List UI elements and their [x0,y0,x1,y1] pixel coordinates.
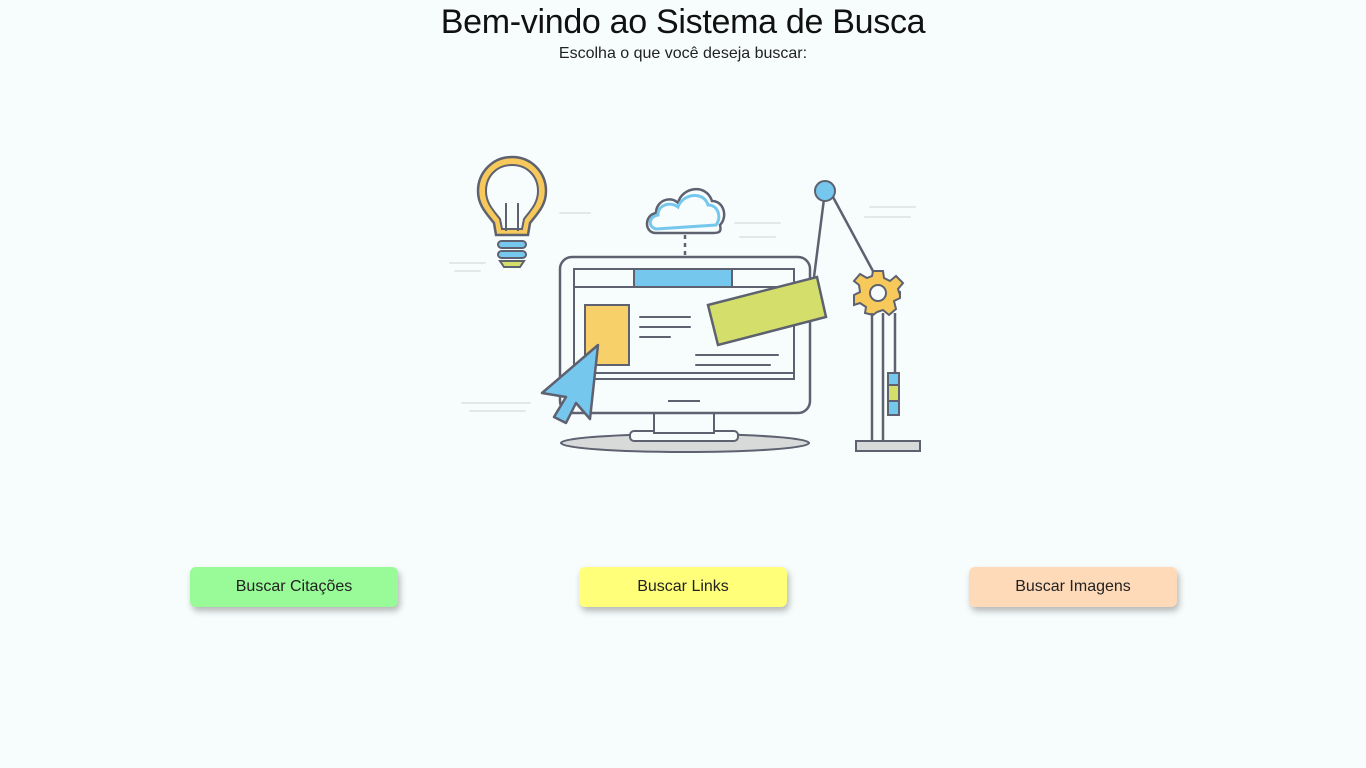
lightbulb-icon [476,155,548,268]
search-illustration [449,155,921,453]
search-quotes-button[interactable]: Buscar Citações [190,567,398,607]
search-images-button[interactable]: Buscar Imagens [969,567,1177,607]
gear-icon [812,180,921,452]
monitor-icon [558,255,828,453]
page-title: Bem-vindo ao Sistema de Busca [440,3,926,41]
page-subtitle: Escolha o que você deseja buscar: [558,45,808,62]
page: Bem-vindo ao Sistema de Busca Escolha o … [0,0,1366,768]
search-links-button[interactable]: Buscar Links [579,567,787,607]
cloud-icon [645,188,726,257]
